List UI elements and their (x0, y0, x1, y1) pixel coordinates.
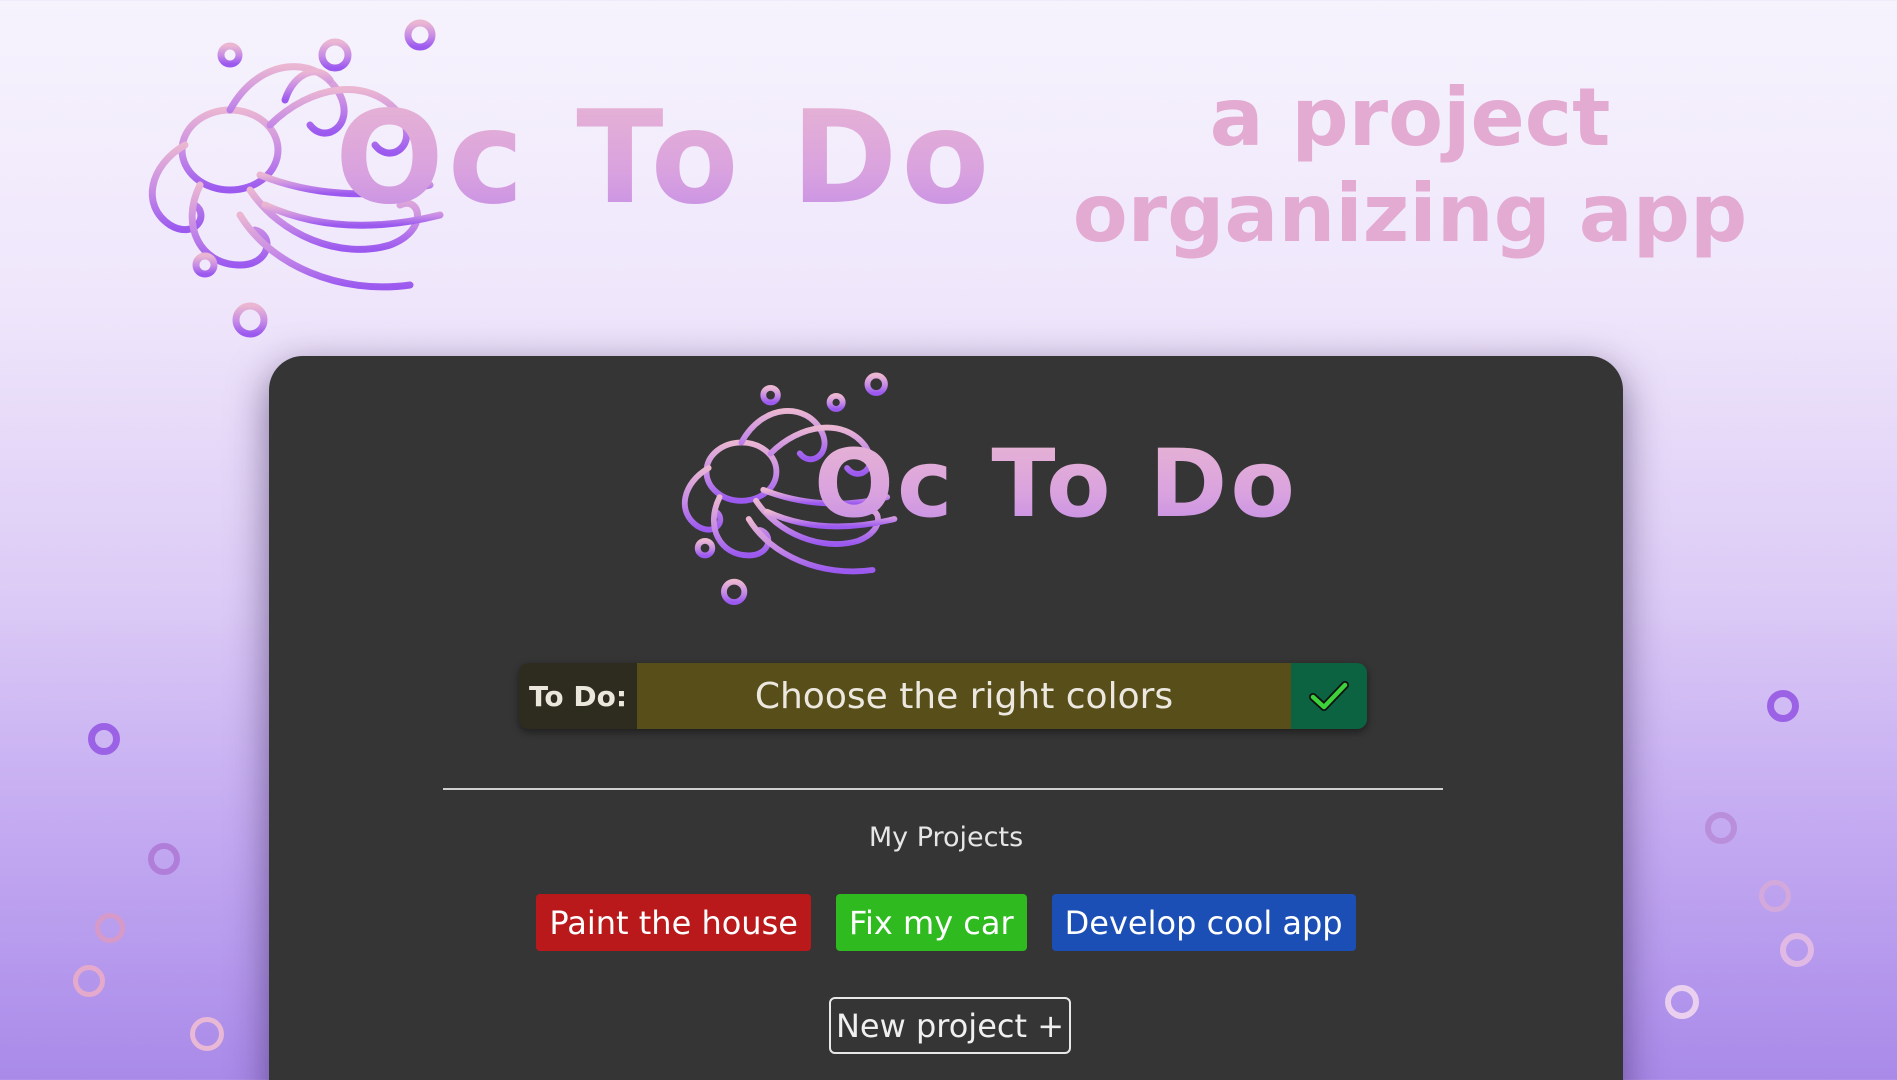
tagline-line-1: a project (1209, 71, 1611, 164)
project-button-fix-my-car[interactable]: Fix my car (835, 894, 1027, 951)
card-app-title: Oc To Do (814, 430, 1298, 539)
bubble-decoration (1780, 933, 1814, 967)
bubble-decoration (88, 723, 120, 755)
bubble-decoration (148, 843, 180, 875)
section-divider (443, 788, 1443, 790)
bubble-decoration (1759, 880, 1791, 912)
bubble-decoration (95, 913, 125, 943)
new-project-button[interactable]: New project + (829, 997, 1071, 1054)
todo-label: To Do: (519, 663, 637, 729)
tagline-line-2: organizing app (1072, 167, 1748, 260)
bubble-decoration (190, 1017, 224, 1051)
bubble-decoration (73, 965, 105, 997)
app-card: Oc To Do To Do: Choose the right colors … (269, 356, 1623, 1080)
hero-app-title: Oc To Do (335, 84, 994, 233)
bubble-decoration (1665, 985, 1699, 1019)
hero-tagline: a project organizing app (1060, 70, 1760, 262)
checkmark-icon (1309, 681, 1349, 711)
bubble-decoration (1767, 690, 1799, 722)
bubble-decoration (1705, 812, 1737, 844)
current-todo-bar: To Do: Choose the right colors (519, 663, 1367, 729)
project-list: Paint the house Fix my car Develop cool … (269, 894, 1623, 951)
project-button-develop-cool-app[interactable]: Develop cool app (1051, 894, 1356, 951)
project-button-paint-the-house[interactable]: Paint the house (536, 894, 811, 951)
todo-text[interactable]: Choose the right colors (637, 663, 1291, 729)
projects-heading: My Projects (868, 822, 1024, 853)
complete-todo-button[interactable] (1291, 663, 1367, 729)
